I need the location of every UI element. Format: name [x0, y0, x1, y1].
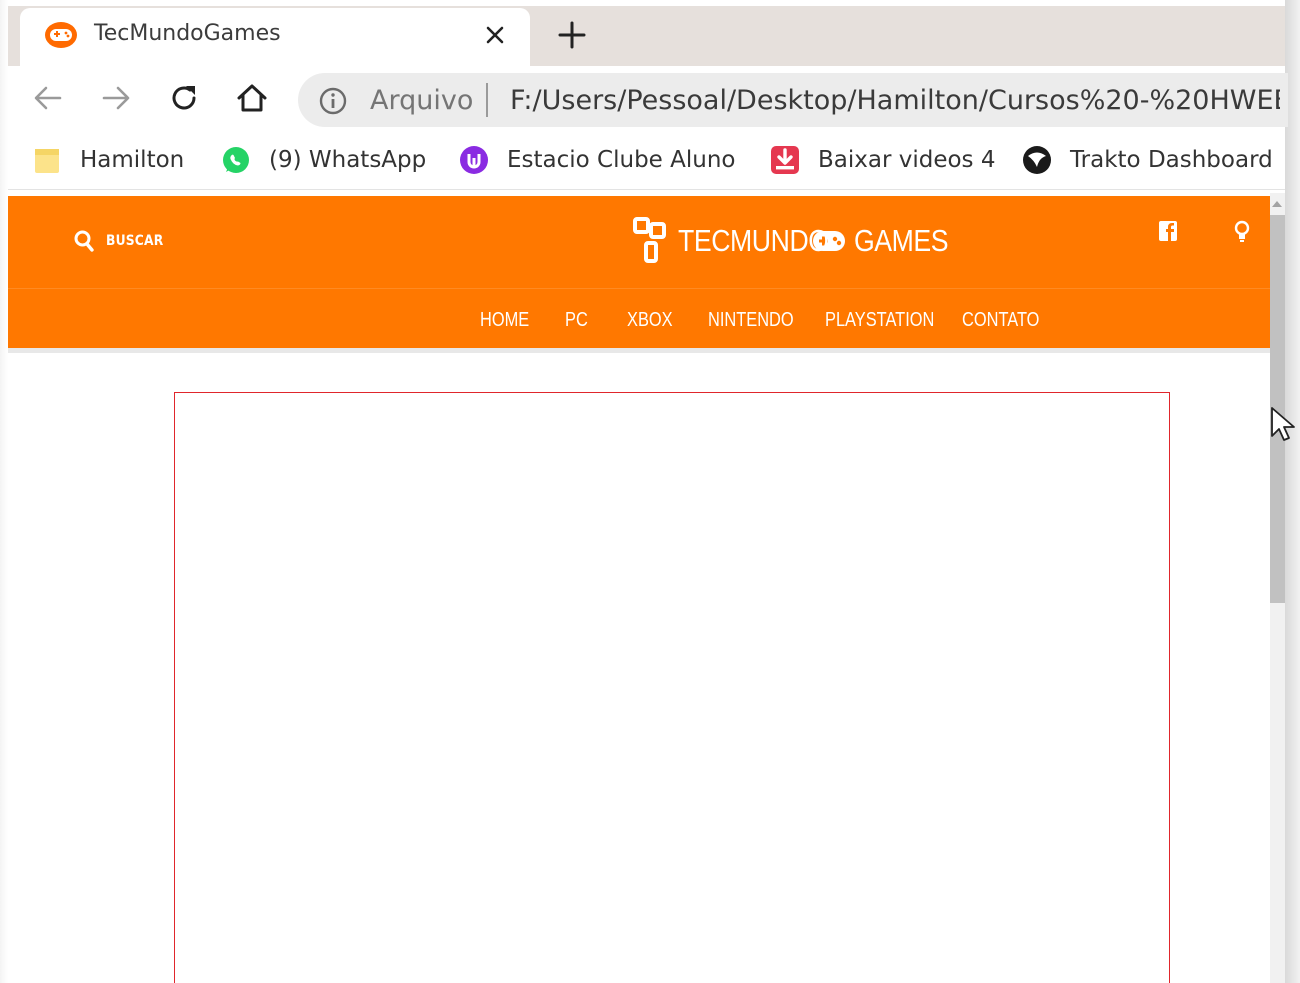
tab-strip: TecMundoGames [8, 6, 1285, 66]
omnibox-separator [486, 83, 488, 117]
reload-icon[interactable] [166, 80, 202, 116]
tecmundo-logo-icon [633, 217, 666, 263]
nav-xbox[interactable]: XBOX [627, 309, 673, 332]
address-bar[interactable]: Arquivo F:/Users/Pessoal/Desktop/Hamilto… [298, 73, 1288, 127]
lightbulb-icon[interactable] [1234, 220, 1250, 244]
mouse-cursor-icon [1271, 407, 1295, 441]
nav-contato[interactable]: CONTATO [962, 309, 1039, 332]
logo-text-games: GAMES [854, 223, 949, 258]
header-divider [8, 348, 1270, 353]
site-nav: HOME PC XBOX NINTENDO PLAYSTATION CONTAT… [8, 288, 1270, 348]
bookmark-label: Estacio Clube Aluno [507, 147, 736, 173]
nav-pc[interactable]: PC [565, 309, 588, 332]
new-tab-icon[interactable] [556, 19, 588, 51]
estacio-icon [460, 146, 488, 174]
scroll-up-arrow-icon[interactable] [1272, 201, 1282, 207]
tab-title: TecMundoGames [94, 21, 281, 46]
whatsapp-icon [223, 147, 249, 173]
gamepad-favicon-icon [45, 22, 77, 48]
window-edge-right [1285, 0, 1300, 983]
bookmark-estacio[interactable]: Estacio Clube Aluno [459, 143, 735, 177]
site-logo[interactable]: TECMUNDO GAMES [632, 216, 963, 266]
close-tab-icon[interactable] [482, 22, 508, 48]
scheme-label: Arquivo [370, 85, 474, 116]
browser-toolbar: Arquivo F:/Users/Pessoal/Desktop/Hamilto… [8, 66, 1288, 130]
bookmark-label: (9) WhatsApp [269, 147, 427, 173]
url-text[interactable]: F:/Users/Pessoal/Desktop/Hamilton/Cursos… [510, 85, 1280, 116]
trakto-icon [1023, 146, 1051, 174]
back-icon[interactable] [30, 80, 66, 116]
bookmark-label: Hamilton [80, 147, 185, 173]
home-icon[interactable] [234, 80, 270, 116]
site-header: BUSCAR TECMUNDO GAMES [8, 196, 1270, 288]
window-edge-left [0, 0, 8, 983]
bookmarks-bar: Hamilton (9) WhatsApp Estacio Clube Alun… [8, 130, 1285, 190]
content-container [174, 392, 1170, 983]
logo-text-tecmundo: TECMUNDO [678, 223, 829, 258]
bookmark-baixar[interactable]: Baixar videos 4 [770, 143, 996, 177]
folder-icon [35, 149, 59, 173]
nav-home[interactable]: HOME [480, 309, 529, 332]
facebook-icon[interactable] [1158, 220, 1178, 242]
bookmark-whatsapp[interactable]: (9) WhatsApp [221, 143, 426, 177]
tab-active[interactable]: TecMundoGames [20, 8, 530, 66]
bookmark-label: Trakto Dashboard [1070, 147, 1273, 173]
bookmark-hamilton[interactable]: Hamilton [32, 143, 184, 177]
forward-icon[interactable] [98, 80, 134, 116]
search-icon [74, 230, 94, 252]
web-page: BUSCAR TECMUNDO GAMES HOME PC XBOX NINTE… [8, 193, 1270, 983]
info-icon[interactable] [318, 86, 348, 116]
nav-playstation[interactable]: PLAYSTATION [825, 309, 934, 332]
bookmark-label: Baixar videos 4 [818, 147, 996, 173]
download-icon [771, 146, 799, 174]
page-scrollbar[interactable] [1270, 193, 1285, 983]
bookmark-trakto[interactable]: Trakto Dashboard [1022, 143, 1273, 177]
nav-nintendo[interactable]: NINTENDO [708, 309, 794, 332]
search-label: BUSCAR [106, 233, 164, 249]
search-link[interactable]: BUSCAR [74, 230, 171, 252]
